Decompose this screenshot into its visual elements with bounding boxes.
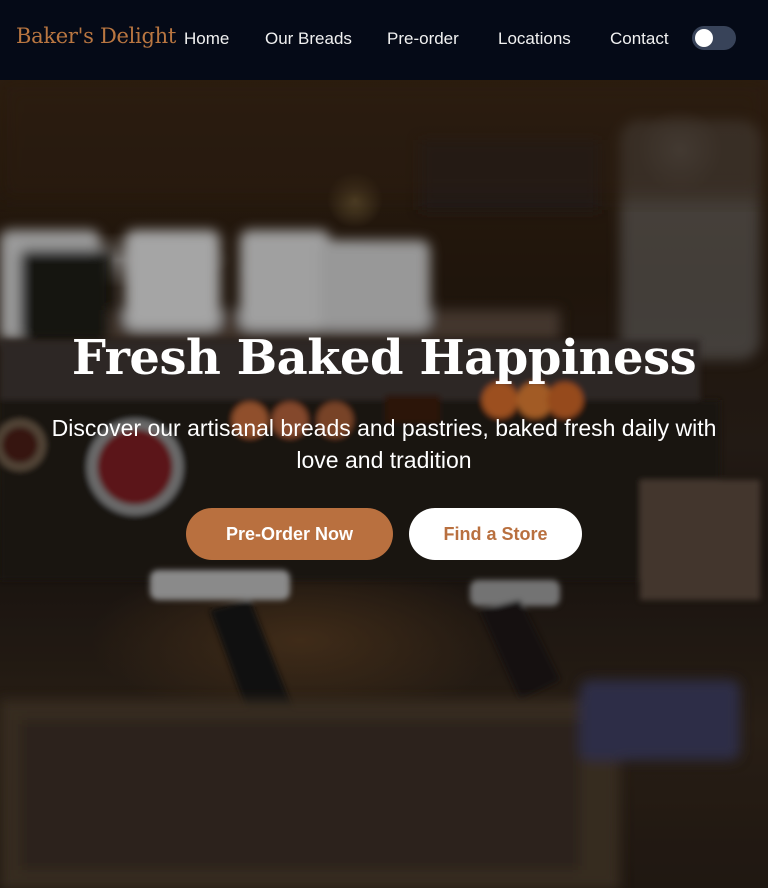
toggle-knob bbox=[695, 29, 713, 47]
hero-overlay bbox=[0, 80, 768, 888]
nav-link-home[interactable]: Home bbox=[184, 29, 229, 49]
theme-toggle-switch[interactable] bbox=[692, 26, 736, 50]
nav-link-our-breads[interactable]: Our Breads bbox=[265, 29, 352, 49]
brand-logo[interactable]: Baker's Delight bbox=[16, 24, 176, 48]
nav-link-contact[interactable]: Contact bbox=[610, 29, 669, 49]
hero-title: Fresh Baked Happiness bbox=[71, 330, 697, 386]
nav-link-pre-order[interactable]: Pre-order bbox=[387, 29, 459, 49]
pre-order-now-button[interactable]: Pre-Order Now bbox=[186, 508, 393, 560]
find-a-store-button[interactable]: Find a Store bbox=[409, 508, 582, 560]
nav-link-locations[interactable]: Locations bbox=[498, 29, 571, 49]
hero-section: Fresh Baked Happiness Discover our artis… bbox=[0, 80, 768, 888]
hero-subtitle: Discover our artisanal breads and pastri… bbox=[51, 415, 717, 473]
top-navbar: Baker's Delight Home Our Breads Pre-orde… bbox=[0, 0, 768, 80]
